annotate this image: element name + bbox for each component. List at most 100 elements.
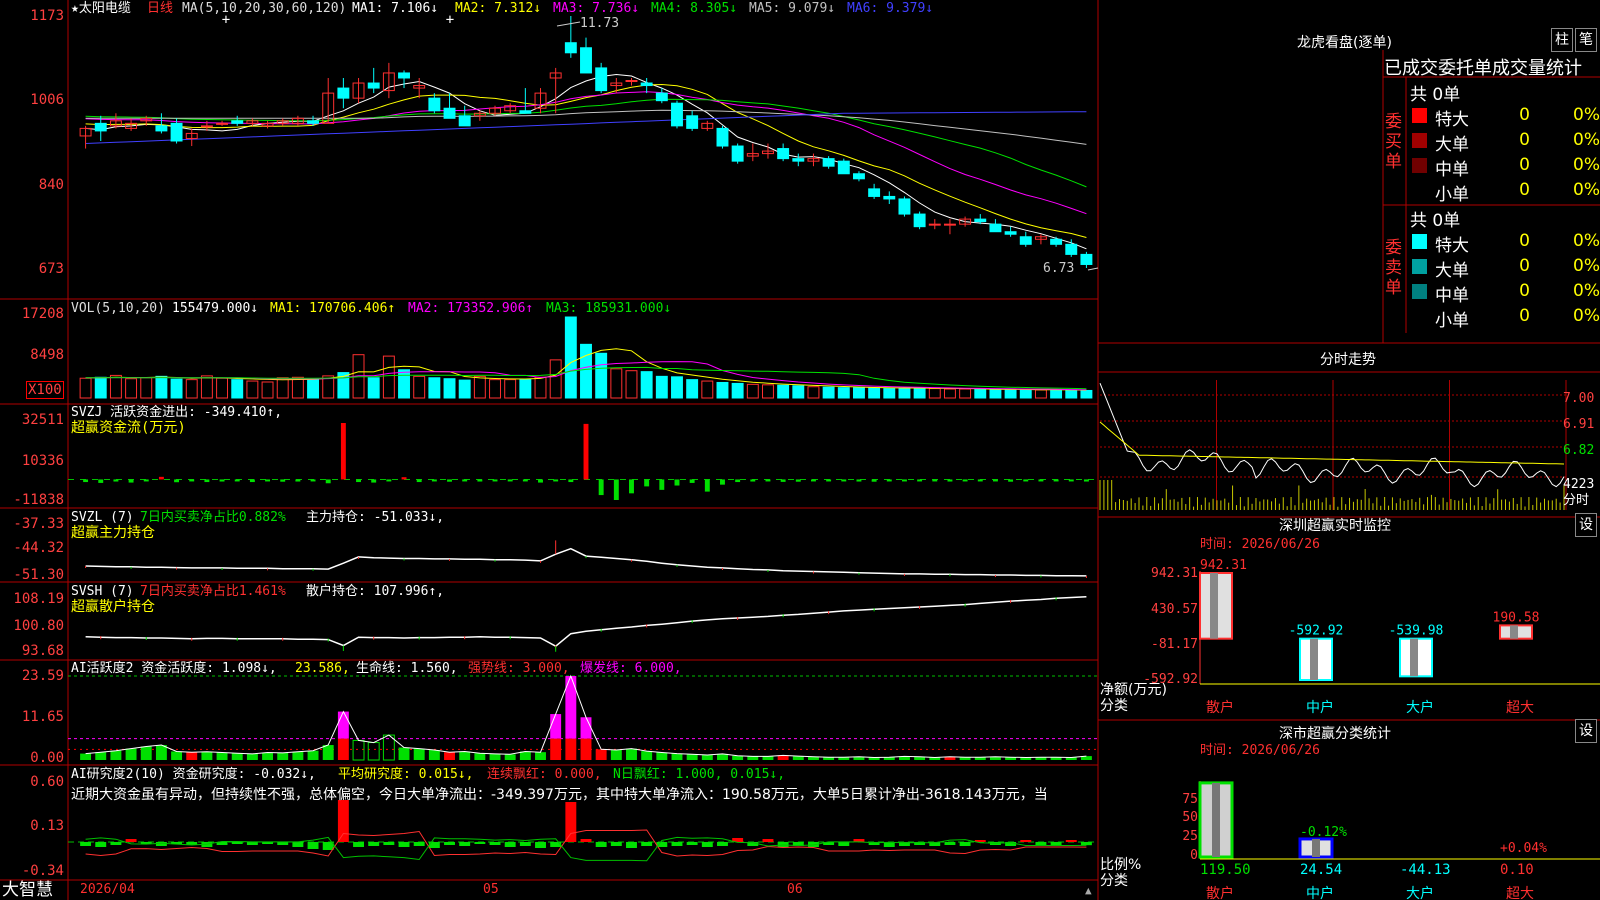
svzj-bar-negative [492,479,498,482]
candle-down [367,82,380,89]
brand-label: 大智慧 [2,880,53,900]
ai-active-bar [671,753,683,760]
stock-name: ★太阳电缆 [71,1,131,16]
svzj-bar-negative [416,479,422,483]
volume-bar-down [640,371,653,399]
svzj-bar-negative [629,479,634,494]
order-row-value: 0 [1519,180,1530,200]
svsh-header-a: SVSH (7) [71,584,134,599]
class-category-label: 散户 [1206,885,1234,900]
ai-active-bar [762,756,774,760]
ai-active-header-c: 生命线: 1.560, [356,661,458,676]
ai-active-bar [686,754,698,760]
monitor-bar-value: -539.98 [1389,624,1444,639]
ai-active-bar-burst [550,714,562,739]
svzj-bar-negative [1053,479,1059,482]
ai-research-bar-negative [292,842,304,847]
candle-down [155,125,168,132]
volume-bar-down [1065,389,1078,399]
vol-unit: X100 [26,381,64,399]
candle-down [1080,253,1093,265]
ma-legend-item: MA4: 8.305↓ [651,1,738,16]
order-color-swatch [1412,259,1427,274]
candle-down [883,195,896,200]
monitor-category-label: 中户 [1306,699,1334,716]
volume-bar-down [155,375,168,399]
order-row-value: 0 [1519,105,1530,125]
svzj-bar-negative [659,479,665,490]
svzj-bar-negative [538,479,543,483]
class-settings-button[interactable]: 设 [1575,719,1597,743]
ai-active-axis-2: 11.65 [21,709,64,725]
order-row-value: 0 [1519,281,1530,301]
candle-down [1050,238,1063,245]
svzj-bar-negative [1023,479,1029,482]
order-row-value: 0 [1519,256,1530,276]
order-row-pct: 0% [1573,155,1600,175]
ai-research-bar-negative [838,842,850,846]
svzj-bar-negative [174,479,180,483]
volume-bar-down [716,381,729,399]
svzj-bar-negative [189,479,195,482]
svzl-sub: 超赢主力持仓 [71,525,155,541]
ai-research-axis-3: -0.34 [21,863,64,879]
ai-research-bar-negative [413,842,425,846]
svzj-bar-negative [841,479,847,482]
monitor-ylabel: 净额(万元) [1100,682,1167,698]
svzj-bar-negative [1038,479,1044,482]
order-color-swatch [1412,108,1427,123]
price-axis-3: 840 [38,177,64,193]
volume-bar-down [671,376,683,399]
ai-active-bar [125,748,137,760]
ai-active-bar [701,755,713,760]
svsh-sub: 超赢散户持仓 [71,599,155,615]
ai-active-bar [231,753,243,760]
candle-down [837,160,850,175]
candle-down [1019,236,1032,245]
svzj-bar-negative [613,479,619,500]
ai-research-bar-negative [80,842,92,846]
candle-down [852,173,865,180]
ai-research-bar-negative [353,842,364,847]
svzj-bar-negative [598,479,604,496]
ai-research-bar-negative [383,842,395,845]
tick-mode-button[interactable]: 笔 [1575,28,1597,52]
svzj-bar-negative [356,479,361,483]
vol-legend-item: MA1: 170706.406↑ [270,301,396,316]
buy-orders-label: 委买单 [1385,112,1402,172]
svzj-bar-negative [431,479,437,482]
period-label[interactable]: 日线 [147,1,173,17]
vol-legend-item: MA3: 185931.000↓ [546,301,672,316]
ai-research-axis-1: 0.60 [30,774,64,790]
low-price-mark: 6.73 [1043,261,1075,276]
volume-bar-down [913,387,926,399]
svzj-bar-negative [932,479,938,482]
class-bar-pct: +0.04% [1500,841,1547,856]
ai-active-bar [140,746,152,760]
svzj-bar-negative [780,479,786,482]
order-row-pct: 0% [1573,231,1600,251]
ai-research-bar-negative [95,842,107,847]
intraday-title: 分时走势 [1320,352,1376,368]
sell-total: 共 0单 [1410,211,1461,231]
volume-bar-down [1050,389,1063,399]
vol-header: VOL(5,10,20) [71,301,165,316]
svzj-bar-negative [811,479,816,482]
svzj-bar-negative [962,479,968,482]
main-chart-canvas[interactable]: + +942.31散户-592.92中户-539.98大户190.58超大119.… [0,0,1600,900]
ai-research-bar-positive [337,800,349,842]
ai-active-bar [626,748,637,760]
order-row-value: 0 [1519,130,1530,150]
monitor-category-label: 大户 [1406,699,1434,716]
svzl-header-c: 主力持仓: -51.033↓, [306,510,445,525]
svsh-header-c: 散户持仓: 107.996↑, [306,584,445,599]
svzj-bar-negative [98,479,104,483]
monitor-settings-button[interactable]: 设 [1575,513,1597,537]
candle-down [792,158,805,162]
bar-mode-button[interactable]: 柱 [1551,28,1573,52]
ma-legend-item: MA5: 9.079↓ [749,1,836,16]
class-axis-2: 50 [1182,810,1198,825]
svzj-bar-negative [795,479,801,482]
class-bar-value: 0.10 [1500,862,1534,878]
monitor-bar-value: -592.92 [1289,624,1344,639]
